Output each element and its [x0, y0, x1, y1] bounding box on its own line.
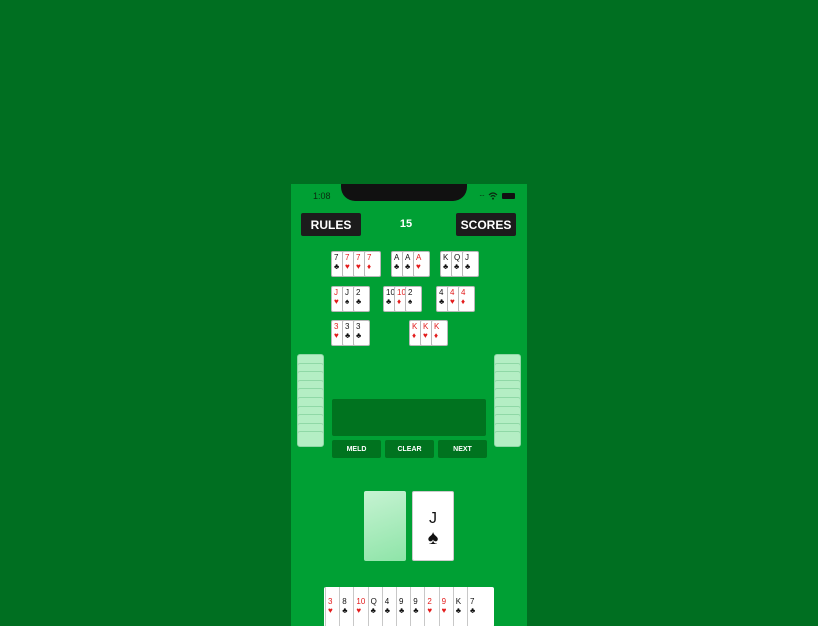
card-rank: 7: [470, 597, 475, 606]
next-button[interactable]: NEXT: [438, 440, 487, 458]
face-down-card: [494, 431, 521, 448]
discard-suit-icon: ♠: [427, 527, 439, 549]
phone-screen: 1:08 ··· RULES 15 SCORES 7 ♣ 7 ♥ 7 ♥ 7 ♦ A ♣ A ♣ A ♥ K…: [291, 184, 527, 626]
face-down-card: [297, 431, 324, 448]
meld-button[interactable]: MELD: [332, 440, 381, 458]
battery-icon: [502, 192, 515, 199]
rules-button[interactable]: RULES: [301, 213, 361, 236]
card-rank: K: [455, 597, 462, 606]
card-suit-icon: ♣: [470, 606, 476, 615]
card-suit-icon: ♦: [461, 297, 466, 306]
discard-rank: J: [429, 510, 437, 527]
device-notch: [341, 184, 467, 201]
card-rank: 4: [461, 288, 466, 297]
stock-pile[interactable]: [364, 491, 406, 561]
card-rank: 2: [356, 288, 361, 297]
discard-pile[interactable]: J ♠: [412, 491, 454, 561]
card-rank: 3: [328, 597, 333, 606]
card-rank: A: [416, 253, 422, 262]
status-time: 1:08: [313, 191, 331, 201]
card-suit-icon: ♠: [408, 297, 413, 306]
card-rank: 8: [342, 597, 347, 606]
meld-card[interactable]: 3 ♣: [353, 320, 370, 346]
card-rank: K: [434, 322, 440, 331]
meld-card[interactable]: K ♦: [431, 320, 448, 346]
card-suit-icon: ♦: [434, 331, 439, 340]
meld-card[interactable]: 4 ♦: [458, 286, 475, 312]
card-suit-icon: ♣: [356, 331, 362, 340]
card-rank: J: [465, 253, 469, 262]
meld-card[interactable]: 2 ♣: [353, 286, 370, 312]
meld-card[interactable]: A ♥: [413, 251, 430, 277]
card-rank: 10: [356, 597, 366, 606]
card-rank: 3: [356, 322, 361, 331]
card-rank: 4: [384, 597, 390, 606]
card-suit-icon: ♥: [416, 262, 421, 271]
signal-icon: ···: [479, 191, 485, 200]
meld-card[interactable]: 7 ♦: [364, 251, 381, 277]
card-rank: 2: [427, 597, 432, 606]
card-rank: 9: [399, 597, 404, 606]
wifi-icon: [488, 191, 498, 200]
score-display: 15: [399, 218, 413, 230]
hand-card[interactable]: 7 ♣: [467, 587, 484, 626]
meld-card[interactable]: J ♣: [462, 251, 479, 277]
meld-staging-area[interactable]: [332, 399, 486, 436]
meld-card[interactable]: 2 ♠: [405, 286, 422, 312]
card-rank: 9: [413, 597, 418, 606]
scores-button[interactable]: SCORES: [456, 213, 516, 236]
card-rank: 9: [441, 597, 447, 606]
card-rank: 2: [408, 288, 413, 297]
card-suit-icon: ♣: [465, 262, 471, 271]
status-icons: ···: [479, 191, 515, 200]
card-suit-icon: ♣: [356, 297, 362, 306]
card-rank: Q: [370, 597, 377, 606]
clear-button[interactable]: CLEAR: [385, 440, 434, 458]
card-rank: 7: [367, 253, 372, 262]
card-suit-icon: ♦: [367, 262, 372, 271]
